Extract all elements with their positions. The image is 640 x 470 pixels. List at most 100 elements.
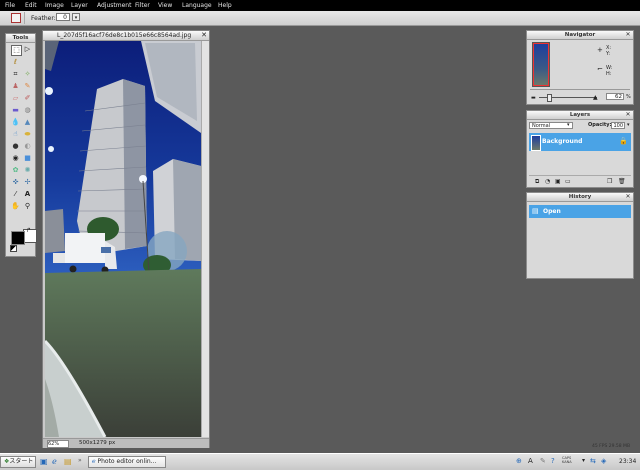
ime-kana: KANA (562, 460, 572, 464)
menu-file[interactable]: File (5, 2, 15, 9)
bloat-tool-icon[interactable]: ✿ (11, 166, 20, 175)
link-layers-icon[interactable]: ⧉ (535, 178, 539, 186)
burn-tool-icon[interactable]: ● (11, 142, 20, 151)
crop-tool-icon[interactable]: ⌗ (11, 70, 20, 79)
vertical-scrollbar[interactable] (201, 41, 209, 437)
zoom-slider-handle[interactable] (547, 94, 552, 102)
menu-edit[interactable]: Edit (25, 2, 37, 9)
image-window-titlebar[interactable]: L_207d5f16acf76de8c1b015e66c8564ad.jpg ✕ (43, 31, 209, 41)
ime-options-icon[interactable]: ▾ (582, 457, 585, 464)
menu-view[interactable]: View (158, 2, 172, 9)
lock-icon: 🔒 (619, 137, 628, 145)
delete-layer-icon[interactable]: 🗑 (618, 178, 626, 185)
dodge-tool-icon[interactable]: ◐ (23, 142, 32, 151)
media-icon[interactable]: ▤ (64, 457, 72, 466)
ime-status[interactable]: CAPS KANA (562, 456, 580, 468)
navigator-y-label: Y: (606, 51, 611, 57)
redeye-tool-icon[interactable]: ◉ (11, 154, 20, 163)
hand-tool-icon[interactable]: ✋ (11, 202, 20, 211)
desktop-icon[interactable]: ▣ (40, 457, 48, 466)
zoom-out-icon[interactable]: ▬ (531, 95, 536, 101)
navigator-title[interactable]: Navigator (527, 31, 633, 40)
new-layer-icon[interactable]: ❐ (607, 178, 612, 185)
navigator-viewport[interactable] (533, 43, 549, 86)
quicklaunch-more-icon[interactable]: » (78, 457, 82, 464)
language-bar-icon[interactable]: ⊕ (516, 457, 522, 465)
reset-colors-icon[interactable] (10, 245, 17, 252)
swap-colors-icon[interactable]: ↱ (26, 227, 31, 234)
sharpen-tool-icon[interactable]: ▲ (23, 118, 32, 127)
navigator-panel: Navigator ✕ + X: Y: ⌐ W: H: ▬ ▲ 62 % (526, 30, 634, 105)
start-button[interactable]: ❖スタート (0, 456, 36, 468)
taskbar-app-label: Photo editor onlin... (97, 458, 157, 465)
move-tool-icon[interactable]: ▷ (23, 45, 32, 54)
fill-rect-icon[interactable]: ■ (23, 154, 32, 163)
close-icon[interactable]: ✕ (625, 194, 631, 200)
navigator-h-label: H: (606, 71, 612, 77)
stamp-tool-icon[interactable]: ♟ (11, 82, 20, 91)
opacity-input[interactable]: 100 (611, 122, 625, 129)
menu-filter[interactable]: Filter (135, 2, 150, 9)
zoom-in-icon[interactable]: ▲ (593, 94, 598, 101)
menu-bar: File Edit Image Layer Adjustment Filter … (0, 0, 640, 11)
ie-icon[interactable]: ℯ (52, 457, 57, 466)
help-icon[interactable]: ? (551, 457, 555, 465)
layer-mask-icon[interactable]: ▣ (555, 178, 561, 185)
layers-title[interactable]: Layers (527, 111, 633, 120)
network-icon[interactable]: ⇆ (590, 457, 596, 465)
feather-input[interactable]: 0 (56, 13, 70, 21)
smudge-tool-icon[interactable]: ☝ (11, 130, 20, 139)
replace-color-icon[interactable]: ◍ (23, 106, 32, 115)
eyedropper-icon[interactable]: ⁄ (11, 190, 20, 199)
magic-wand-icon[interactable]: ✧ (23, 70, 32, 79)
drop-tool-icon[interactable]: 💧 (11, 118, 20, 127)
ime-mode-icon[interactable]: A (528, 457, 533, 465)
foreground-color-swatch[interactable] (11, 231, 25, 245)
pencil-tool-icon[interactable]: ✎ (23, 82, 32, 91)
zoom-input[interactable]: 62% (47, 440, 69, 448)
history-item-open[interactable]: ▤ Open (529, 205, 631, 218)
navigator-zoom-unit: % (626, 94, 631, 100)
feather-dropdown-icon[interactable]: ▾ (72, 13, 80, 21)
new-folder-icon[interactable]: ▭ (565, 178, 571, 185)
close-icon[interactable]: ✕ (625, 112, 631, 118)
close-icon[interactable]: ✕ (201, 31, 207, 39)
taskbar-app-button[interactable]: ℯ Photo editor onlin... (88, 456, 166, 468)
ie-icon: ℯ (92, 458, 96, 465)
menu-image[interactable]: Image (45, 2, 64, 9)
layer-style-icon[interactable]: ◔ (545, 178, 550, 185)
chevron-down-icon[interactable]: ▾ (567, 122, 570, 128)
sponge-tool-icon[interactable]: ⬬ (23, 130, 32, 139)
ime-pad-icon[interactable]: ✎ (540, 457, 546, 465)
history-title[interactable]: History (527, 193, 633, 202)
menu-help[interactable]: Help (218, 2, 232, 9)
image-window-title: L_207d5f16acf76de8c1b015e66c8564ad.jpg (57, 32, 192, 39)
eraser-tool-icon[interactable]: ▱ (11, 94, 20, 103)
menu-adjustment[interactable]: Adjustment (97, 2, 131, 9)
divider (529, 175, 631, 176)
marquee-tool-icon[interactable]: ⬚ (11, 45, 22, 56)
menu-layer[interactable]: Layer (71, 2, 88, 9)
layers-panel: Layers ✕ Normal ▾ Opacity: 100 ▾ Backgro… (526, 110, 634, 188)
pinch-tool-icon[interactable]: ✺ (23, 166, 32, 175)
tools-panel: Tools ⬚ ▷ ℓ ⌗ ✧ ♟ ✎ ▱ ✐ ▬ ◍ 💧 ▲ ☝ ⬬ ● ◐ … (5, 33, 37, 257)
security-icon[interactable]: ◈ (601, 457, 606, 465)
gradient-tool-icon[interactable]: ▬ (11, 106, 20, 115)
menu-language[interactable]: Language (182, 2, 212, 9)
image-window: L_207d5f16acf76de8c1b015e66c8564ad.jpg ✕ (42, 30, 210, 448)
navigator-thumbnail[interactable] (532, 42, 550, 87)
photo-canvas[interactable] (45, 41, 201, 437)
close-icon[interactable]: ✕ (625, 32, 631, 38)
zoom-tool-icon[interactable]: ⚲ (23, 202, 32, 211)
selection-tool-icon[interactable]: ✜ (11, 178, 20, 187)
chevron-down-icon[interactable]: ▾ (627, 122, 630, 128)
type-tool-icon[interactable]: A (23, 190, 32, 199)
layer-row-background[interactable]: Background 🔒 (529, 133, 631, 151)
feather-label: Feather: (31, 15, 56, 22)
spot-heal-icon[interactable]: ✢ (23, 178, 32, 187)
marquee-mode-icon[interactable] (11, 13, 21, 23)
image-size-readout: 500x1279 px (79, 440, 116, 446)
brush-tool-icon[interactable]: ✐ (23, 94, 32, 103)
lasso-tool-icon[interactable]: ℓ (11, 58, 20, 67)
navigator-zoom-input[interactable]: 62 (606, 93, 624, 100)
